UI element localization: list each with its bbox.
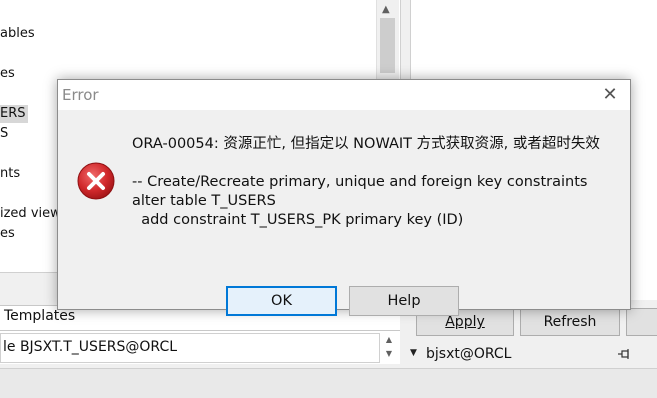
chevron-up-icon[interactable]: ▲ bbox=[380, 333, 398, 347]
tree-item[interactable]: es bbox=[0, 65, 15, 83]
tree-item-selected[interactable]: ERS bbox=[0, 105, 28, 123]
tree-item[interactable]: ables bbox=[0, 25, 35, 43]
connection-text: le BJSXT.T_USERS@ORCL bbox=[3, 339, 178, 355]
session-selector[interactable]: ▼ bjsxt@ORCL bbox=[404, 342, 657, 366]
error-message-line: add constraint T_USERS_PK primary key (I… bbox=[132, 212, 464, 228]
help-button[interactable]: Help bbox=[349, 286, 459, 316]
dialog-title: Error bbox=[62, 86, 99, 104]
dialog-body: ORA-00054: 资源正忙, 但指定以 NOWAIT 方式获取资源, 或者超… bbox=[58, 110, 630, 316]
spin-arrows[interactable]: ▲ ▼ bbox=[380, 333, 398, 363]
dialog-titlebar[interactable]: Error ✕ bbox=[58, 80, 630, 110]
tree-item[interactable]: S bbox=[0, 125, 8, 143]
close-icon[interactable]: ✕ bbox=[596, 83, 624, 107]
chevron-down-icon[interactable]: ▼ bbox=[380, 347, 398, 361]
status-bar bbox=[0, 368, 657, 398]
error-message-line: -- Create/Recreate primary, unique and f… bbox=[132, 174, 588, 190]
session-label: bjsxt@ORCL bbox=[426, 346, 512, 362]
error-icon bbox=[77, 162, 115, 200]
tree-item[interactable]: nts bbox=[0, 165, 20, 183]
tree-item[interactable]: es bbox=[0, 225, 15, 243]
apply-label: Apply bbox=[445, 314, 485, 330]
refresh-label: Refresh bbox=[543, 314, 597, 330]
error-message-line: ORA-00054: 资源正忙, 但指定以 NOWAIT 方式获取资源, 或者超… bbox=[132, 136, 600, 152]
more-button[interactable] bbox=[626, 308, 657, 336]
refresh-button[interactable]: Refresh bbox=[520, 308, 620, 336]
divider bbox=[0, 330, 400, 331]
connection-field[interactable]: le BJSXT.T_USERS@ORCL bbox=[0, 333, 380, 363]
pin-icon[interactable] bbox=[618, 348, 632, 360]
scrollbar-thumb[interactable] bbox=[380, 18, 395, 73]
templates-label: Templates bbox=[4, 308, 76, 324]
ok-button[interactable]: OK bbox=[226, 286, 337, 316]
dropdown-arrow-icon[interactable]: ▼ bbox=[410, 348, 417, 358]
scroll-up-icon[interactable]: ▲ bbox=[382, 4, 390, 15]
error-dialog: Error ✕ ORA-00054: 资源正忙, 但指定以 NOWAIT 方式获… bbox=[57, 79, 631, 316]
error-message-line: alter table T_USERS bbox=[132, 193, 276, 209]
